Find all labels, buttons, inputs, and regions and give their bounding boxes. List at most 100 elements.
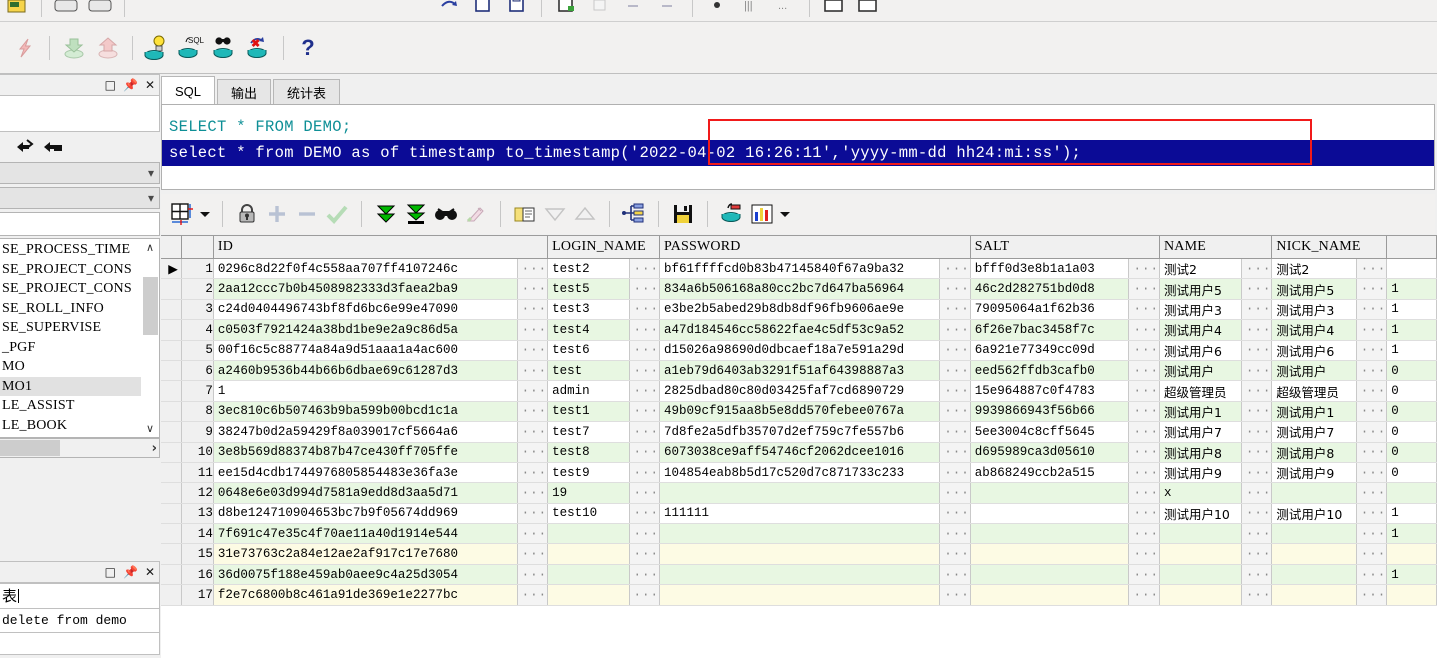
cell-login-name[interactable]	[548, 564, 629, 584]
row-number[interactable]: 15	[182, 544, 214, 564]
cell-expand-icon[interactable]: ···	[940, 564, 971, 584]
cell-nick-name[interactable]: 测试用户7	[1272, 422, 1356, 442]
row-number[interactable]: 5	[182, 340, 214, 360]
cell-login-name[interactable]: test8	[548, 442, 629, 462]
cell-expand-icon[interactable]: ···	[1129, 483, 1160, 503]
dots2-icon[interactable]: ...	[768, 0, 802, 22]
cell-expand-icon[interactable]: ···	[1129, 360, 1160, 380]
cell-login-name[interactable]: test7	[548, 422, 629, 442]
cell-password[interactable]: 7d8fe2a5dfb35707d2ef759c7fe557b6	[660, 422, 940, 442]
cell-expand-icon[interactable]: ···	[1241, 544, 1272, 564]
table-row[interactable]: 1636d0075f188e459ab0aee9c4a25d3054······…	[161, 564, 1437, 584]
cell-id[interactable]: 0648e6e03d994d7581a9edd8d3aa5d71	[213, 483, 517, 503]
cell-login-name[interactable]	[548, 585, 629, 605]
cell-expand-icon[interactable]: ···	[517, 279, 548, 299]
dots-icon[interactable]: |||	[734, 0, 768, 22]
cell-expand-icon[interactable]: ···	[940, 585, 971, 605]
row-marker[interactable]	[161, 279, 182, 299]
cell-expand-icon[interactable]: ···	[1356, 422, 1387, 442]
cell-next-column[interactable]: 1	[1387, 320, 1437, 340]
table-row[interactable]: 22aa12ccc7b0b4508982333d3faea2ba9···test…	[161, 279, 1437, 299]
cell-expand-icon[interactable]: ···	[629, 401, 660, 421]
help-icon[interactable]: ?	[291, 31, 325, 65]
cell-nick-name[interactable]: 测试用户	[1272, 360, 1356, 380]
cell-expand-icon[interactable]: ···	[517, 401, 548, 421]
column-header-password[interactable]: PASSWORD	[660, 236, 971, 259]
row-marker[interactable]	[161, 381, 182, 401]
cell-expand-icon[interactable]: ···	[1356, 564, 1387, 584]
cell-expand-icon[interactable]: ···	[517, 299, 548, 319]
cell-expand-icon[interactable]: ···	[517, 381, 548, 401]
tab-output[interactable]: 输出	[217, 79, 271, 105]
cell-login-name[interactable]: test6	[548, 340, 629, 360]
cell-expand-icon[interactable]: ···	[1129, 564, 1160, 584]
row-number[interactable]: 2	[182, 279, 214, 299]
row-marker[interactable]	[161, 544, 182, 564]
cell-expand-icon[interactable]: ···	[940, 544, 971, 564]
cell-salt[interactable]: 15e964887c0f4783	[970, 381, 1129, 401]
cell-password[interactable]	[660, 483, 940, 503]
list-item[interactable]: LE_ASSIST	[0, 396, 159, 416]
cell-id[interactable]: 31e73763c2a84e12ae2af917c17e7680	[213, 544, 517, 564]
cell-next-column[interactable]	[1387, 585, 1437, 605]
cell-next-column[interactable]	[1387, 544, 1437, 564]
row-marker[interactable]	[161, 360, 182, 380]
tab-statistics[interactable]: 统计表	[273, 79, 340, 105]
cell-name[interactable]: 测试用户10	[1159, 503, 1241, 523]
cell-expand-icon[interactable]: ···	[1241, 279, 1272, 299]
tab-sql[interactable]: SQL	[161, 76, 215, 105]
filter-icon[interactable]	[14, 136, 36, 159]
list-item-selected[interactable]: MO1	[0, 377, 159, 397]
cell-next-column[interactable]: 0	[1387, 462, 1437, 482]
rollback-icon[interactable]: ✖	[242, 31, 276, 65]
cell-expand-icon[interactable]: ···	[517, 483, 548, 503]
cell-nick-name[interactable]: 测试用户4	[1272, 320, 1356, 340]
cell-id[interactable]: 7f691c47e35c4f70ae11a40d1914e544	[213, 524, 517, 544]
list-item[interactable]: SE_PROCESS_TIME	[0, 240, 159, 260]
cell-password[interactable]	[660, 544, 940, 564]
cell-salt[interactable]: 46c2d282751bd0d8	[970, 279, 1129, 299]
cell-expand-icon[interactable]: ···	[629, 524, 660, 544]
cell-expand-icon[interactable]: ···	[940, 483, 971, 503]
row-marker[interactable]	[161, 422, 182, 442]
cell-expand-icon[interactable]: ···	[1356, 360, 1387, 380]
cell-salt[interactable]	[970, 544, 1129, 564]
table-row[interactable]: 13d8be124710904653bc7b9f05674dd969···tes…	[161, 503, 1437, 523]
cell-salt[interactable]: 6f26e7bac3458f7c	[970, 320, 1129, 340]
cell-nick-name[interactable]	[1272, 483, 1356, 503]
row-number[interactable]: 1	[182, 259, 214, 279]
cell-expand-icon[interactable]: ···	[1129, 544, 1160, 564]
blank-icon[interactable]	[583, 0, 617, 22]
cell-expand-icon[interactable]: ···	[1129, 340, 1160, 360]
copy-rows-icon[interactable]	[510, 199, 540, 229]
cell-nick-name[interactable]: 超级管理员	[1272, 381, 1356, 401]
row-number[interactable]: 10	[182, 442, 214, 462]
cell-login-name[interactable]: test10	[548, 503, 629, 523]
cell-salt[interactable]: 6a921e77349cc09d	[970, 340, 1129, 360]
cell-id[interactable]: a2460b9536b44b66b6dbae69c61287d3	[213, 360, 517, 380]
cell-expand-icon[interactable]: ···	[1356, 483, 1387, 503]
cell-id[interactable]: 1	[213, 381, 517, 401]
cell-name[interactable]	[1159, 544, 1241, 564]
row-number[interactable]: 11	[182, 462, 214, 482]
cell-expand-icon[interactable]: ···	[940, 259, 971, 279]
close-icon[interactable]: ✕	[145, 79, 155, 91]
cell-expand-icon[interactable]: ···	[1129, 422, 1160, 442]
maximize-icon[interactable]: □	[105, 566, 116, 578]
cell-nick-name[interactable]	[1272, 524, 1356, 544]
table-row[interactable]: 103e8b569d88374b87b47ce430ff705ffe···tes…	[161, 442, 1437, 462]
cell-expand-icon[interactable]: ···	[1241, 524, 1272, 544]
cell-expand-icon[interactable]: ···	[1356, 279, 1387, 299]
delete-row-icon[interactable]	[292, 199, 322, 229]
cell-password[interactable]: 104854eab8b5d17c520d7c871733c233	[660, 462, 940, 482]
sql-session-icon[interactable]: SQL	[174, 31, 208, 65]
row-number[interactable]: 17	[182, 585, 214, 605]
row-marker[interactable]	[161, 503, 182, 523]
cell-name[interactable]: 测试用户5	[1159, 279, 1241, 299]
cell-id[interactable]: f2e7c6800b8c461a91de369e1e2277bc	[213, 585, 517, 605]
cell-expand-icon[interactable]: ···	[1356, 340, 1387, 360]
cell-expand-icon[interactable]: ···	[517, 442, 548, 462]
cell-name[interactable]	[1159, 585, 1241, 605]
cell-id[interactable]: 0296c8d22f0f4c558aa707ff4107246c	[213, 259, 517, 279]
table-row[interactable]: 938247b0d2a59429f8a039017cf5664a6···test…	[161, 422, 1437, 442]
